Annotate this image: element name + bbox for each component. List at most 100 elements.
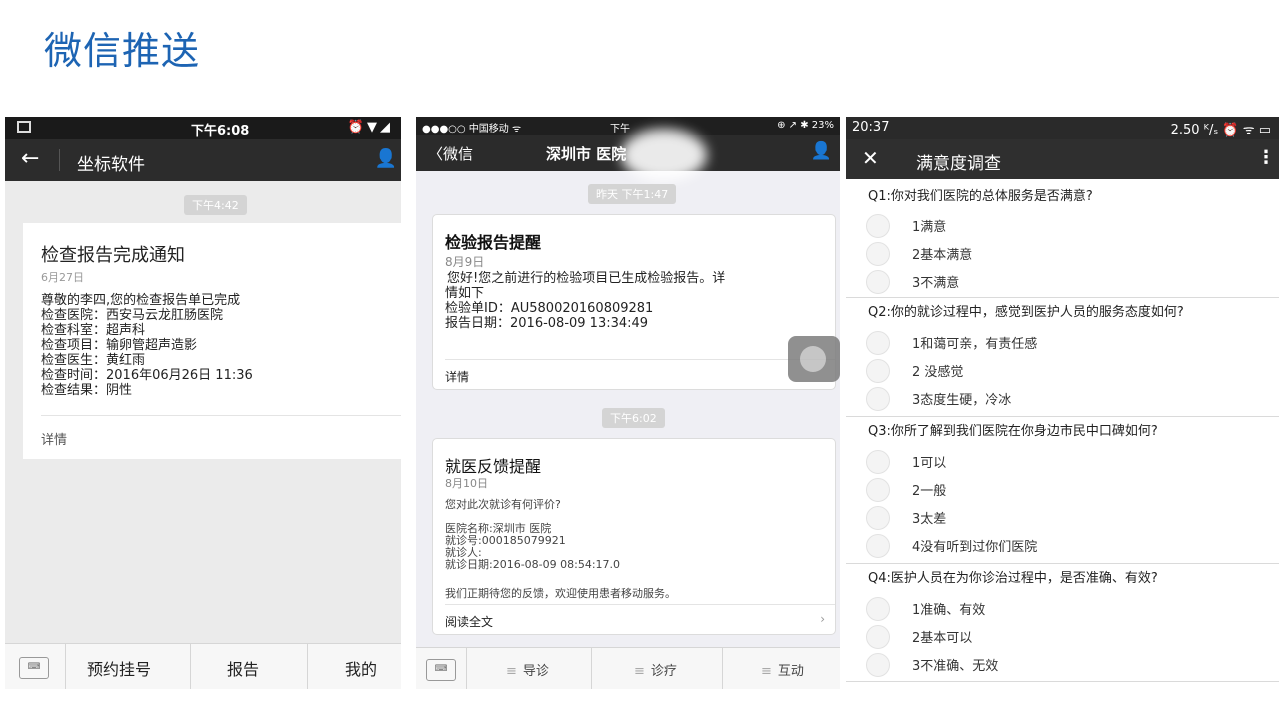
radio-button[interactable]	[866, 214, 890, 238]
survey-option[interactable]: 1准确、有效	[846, 593, 1279, 621]
report-notice-card[interactable]: 检查报告完成通知 6月27日 尊敬的李四,您的检查报告单已完成 检查医院：西安马…	[23, 223, 401, 459]
option-label: 2 没感觉	[912, 365, 964, 380]
radio-button[interactable]	[866, 387, 890, 411]
menu-interaction[interactable]: ≡ 互动	[761, 660, 804, 679]
survey-option[interactable]: 3不准确、无效	[846, 649, 1279, 677]
survey-option[interactable]: 1可以	[846, 446, 1279, 474]
bottom-menu: ⌨ ≡ 导诊 ≡ 诊疗 ≡ 互动	[416, 647, 840, 689]
survey-option[interactable]: 3不满意	[846, 266, 1279, 294]
card-divider	[445, 359, 835, 360]
radio-button[interactable]	[866, 359, 890, 383]
assistive-touch-button[interactable]	[788, 336, 840, 382]
card-title: 检验报告提醒	[445, 233, 542, 252]
carrier-signal: ●●●○○ 中国移动 ᯤ	[422, 124, 522, 135]
survey-option[interactable]: 2一般	[846, 474, 1279, 502]
question-text: Q2:你的就诊过程中，感觉到医护人员的服务态度如何?	[868, 305, 1184, 320]
card-line: 您好!您之前进行的检验项目已生成检验报告。详	[447, 271, 726, 286]
radio-button[interactable]	[866, 506, 890, 530]
radio-button[interactable]	[866, 653, 890, 677]
survey-question: Q4:医护人员在为你诊治过程中，是否准确、有效?	[846, 563, 1279, 589]
radio-button[interactable]	[866, 450, 890, 474]
feedback-question: 您对此次就诊有何评价?	[445, 498, 561, 511]
card-divider	[445, 604, 835, 605]
person-icon[interactable]: 👤	[811, 141, 832, 161]
survey-bottom	[846, 681, 1279, 682]
question-text: Q1:你对我们医院的总体服务是否满意?	[868, 189, 1093, 204]
close-icon[interactable]: ✕	[862, 146, 879, 170]
keyboard-icon[interactable]: ⌨	[426, 659, 456, 681]
question-divider	[846, 416, 1279, 417]
menu-divider	[722, 648, 723, 689]
option-label: 1准确、有效	[912, 603, 986, 618]
more-menu-icon[interactable]: ⋮	[1257, 147, 1275, 168]
survey-option[interactable]: 4没有听到过你们医院	[846, 530, 1279, 558]
feedback-card[interactable]: 就医反馈提醒 8月10日 您对此次就诊有何评价? 医院名称:深圳市 医院 就诊号…	[432, 438, 836, 635]
card-line: 检查项目：输卵管超声造影	[41, 338, 198, 353]
question-text: Q3:你所了解到我们医院在你身边市民中口碑如何?	[868, 424, 1158, 439]
option-label: 2基本可以	[912, 631, 973, 646]
person-icon[interactable]: 👤	[375, 148, 397, 169]
menu-guide[interactable]: ≡ 导诊	[506, 660, 549, 679]
question-divider	[846, 297, 1279, 298]
details-link[interactable]: 详情	[445, 368, 469, 385]
card-line: 检验单ID：AU580020160809281	[445, 301, 654, 316]
nav-divider	[59, 149, 60, 171]
radio-button[interactable]	[866, 270, 890, 294]
phone-screenshot-satisfaction-survey: 20:37 2.50 ᴷ/ₛ ⏰ ᯤ ▭ ✕ 满意度调查 ⋮ Q1:你对我们医院…	[846, 117, 1279, 689]
menu-label: 互动	[777, 664, 804, 679]
nav-bar: ← 坐标软件 👤	[5, 139, 401, 181]
menu-treatment[interactable]: ≡ 诊疗	[634, 660, 677, 679]
survey-question: Q1:你对我们医院的总体服务是否满意?	[846, 181, 1279, 206]
phone-screenshot-report-notice: 下午6:08 ⏰▼◢ ← 坐标软件 👤 下午4:42 检查报告完成通知 6月27…	[5, 117, 401, 689]
survey-option[interactable]: 2基本满意	[846, 238, 1279, 266]
back-wechat-button[interactable]: 〈微信	[428, 143, 473, 164]
assistive-touch-icon	[800, 346, 826, 372]
read-more-link[interactable]: 阅读全文	[445, 613, 493, 630]
radio-button[interactable]	[866, 534, 890, 558]
radio-button[interactable]	[866, 625, 890, 649]
card-line: 检查时间：2016年06月26日 11:36	[41, 368, 253, 383]
bottom-menu: ⌨ 预约挂号 报告 我的	[5, 643, 401, 689]
option-label: 3态度生硬，冷冰	[912, 393, 1012, 408]
survey-option[interactable]: 3太差	[846, 502, 1279, 530]
card-line: 就诊日期:2016-08-09 08:54:17.0	[445, 558, 621, 571]
menu-label: 导诊	[522, 664, 549, 679]
card-body: 您好!您之前进行的检验项目已生成检验报告。详 情如下 检验单ID：AU58002…	[445, 271, 825, 331]
menu-divider	[307, 644, 308, 689]
menu-divider	[466, 648, 467, 689]
option-label: 1可以	[912, 456, 947, 471]
nav-bar: ✕ 满意度调查 ⋮	[846, 139, 1279, 179]
status-bar: 20:37 2.50 ᴷ/ₛ ⏰ ᯤ ▭	[846, 117, 1279, 139]
card-line: 检查医院：西安马云龙肛肠医院	[41, 308, 224, 323]
menu-report[interactable]: 报告	[227, 656, 259, 680]
radio-button[interactable]	[866, 597, 890, 621]
radio-button[interactable]	[866, 242, 890, 266]
survey-option[interactable]: 2基本可以	[846, 621, 1279, 649]
card-body: 医院名称:深圳市 医院 就诊号:000185079921 就诊人: 就诊日期:2…	[445, 523, 825, 571]
survey-option[interactable]: 1满意	[846, 210, 1279, 238]
menu-lines-icon: ≡	[634, 664, 645, 679]
message-timestamp: 下午4:42	[184, 195, 247, 215]
card-line: 检查结果：阴性	[41, 383, 133, 398]
status-icons: 2.50 ᴷ/ₛ ⏰ ᯤ ▭	[1170, 123, 1271, 138]
survey-option[interactable]: 2 没感觉	[846, 355, 1279, 383]
radio-button[interactable]	[866, 331, 890, 355]
redaction-blur	[621, 129, 707, 181]
phone-screenshot-hospital-chat: ●●●○○ 中国移动 ᯤ 下午 ⊕ ↗ ✱ 23% 〈微信 深圳市 医院 👤 昨…	[416, 117, 840, 689]
back-arrow-icon[interactable]: ←	[21, 146, 39, 171]
option-label: 1满意	[912, 220, 947, 235]
survey-option[interactable]: 3态度生硬，冷冰	[846, 383, 1279, 411]
menu-appointment[interactable]: 预约挂号	[87, 656, 151, 680]
status-time: 20:37	[852, 120, 890, 135]
lab-report-card[interactable]: 检验报告提醒 8月9日 您好!您之前进行的检验项目已生成检验报告。详 情如下 检…	[432, 214, 836, 390]
status-bar: ●●●○○ 中国移动 ᯤ 下午 ⊕ ↗ ✱ 23%	[416, 117, 840, 135]
card-line: 情如下	[445, 286, 485, 301]
details-link[interactable]: 详情	[41, 429, 67, 448]
keyboard-icon[interactable]: ⌨	[19, 657, 49, 679]
radio-button[interactable]	[866, 478, 890, 502]
option-label: 2一般	[912, 484, 947, 499]
survey-option[interactable]: 1和蔼可亲，有责任感	[846, 327, 1279, 355]
menu-mine[interactable]: 我的	[345, 656, 377, 680]
chevron-right-icon: ›	[820, 612, 825, 626]
option-label: 2基本满意	[912, 248, 973, 263]
